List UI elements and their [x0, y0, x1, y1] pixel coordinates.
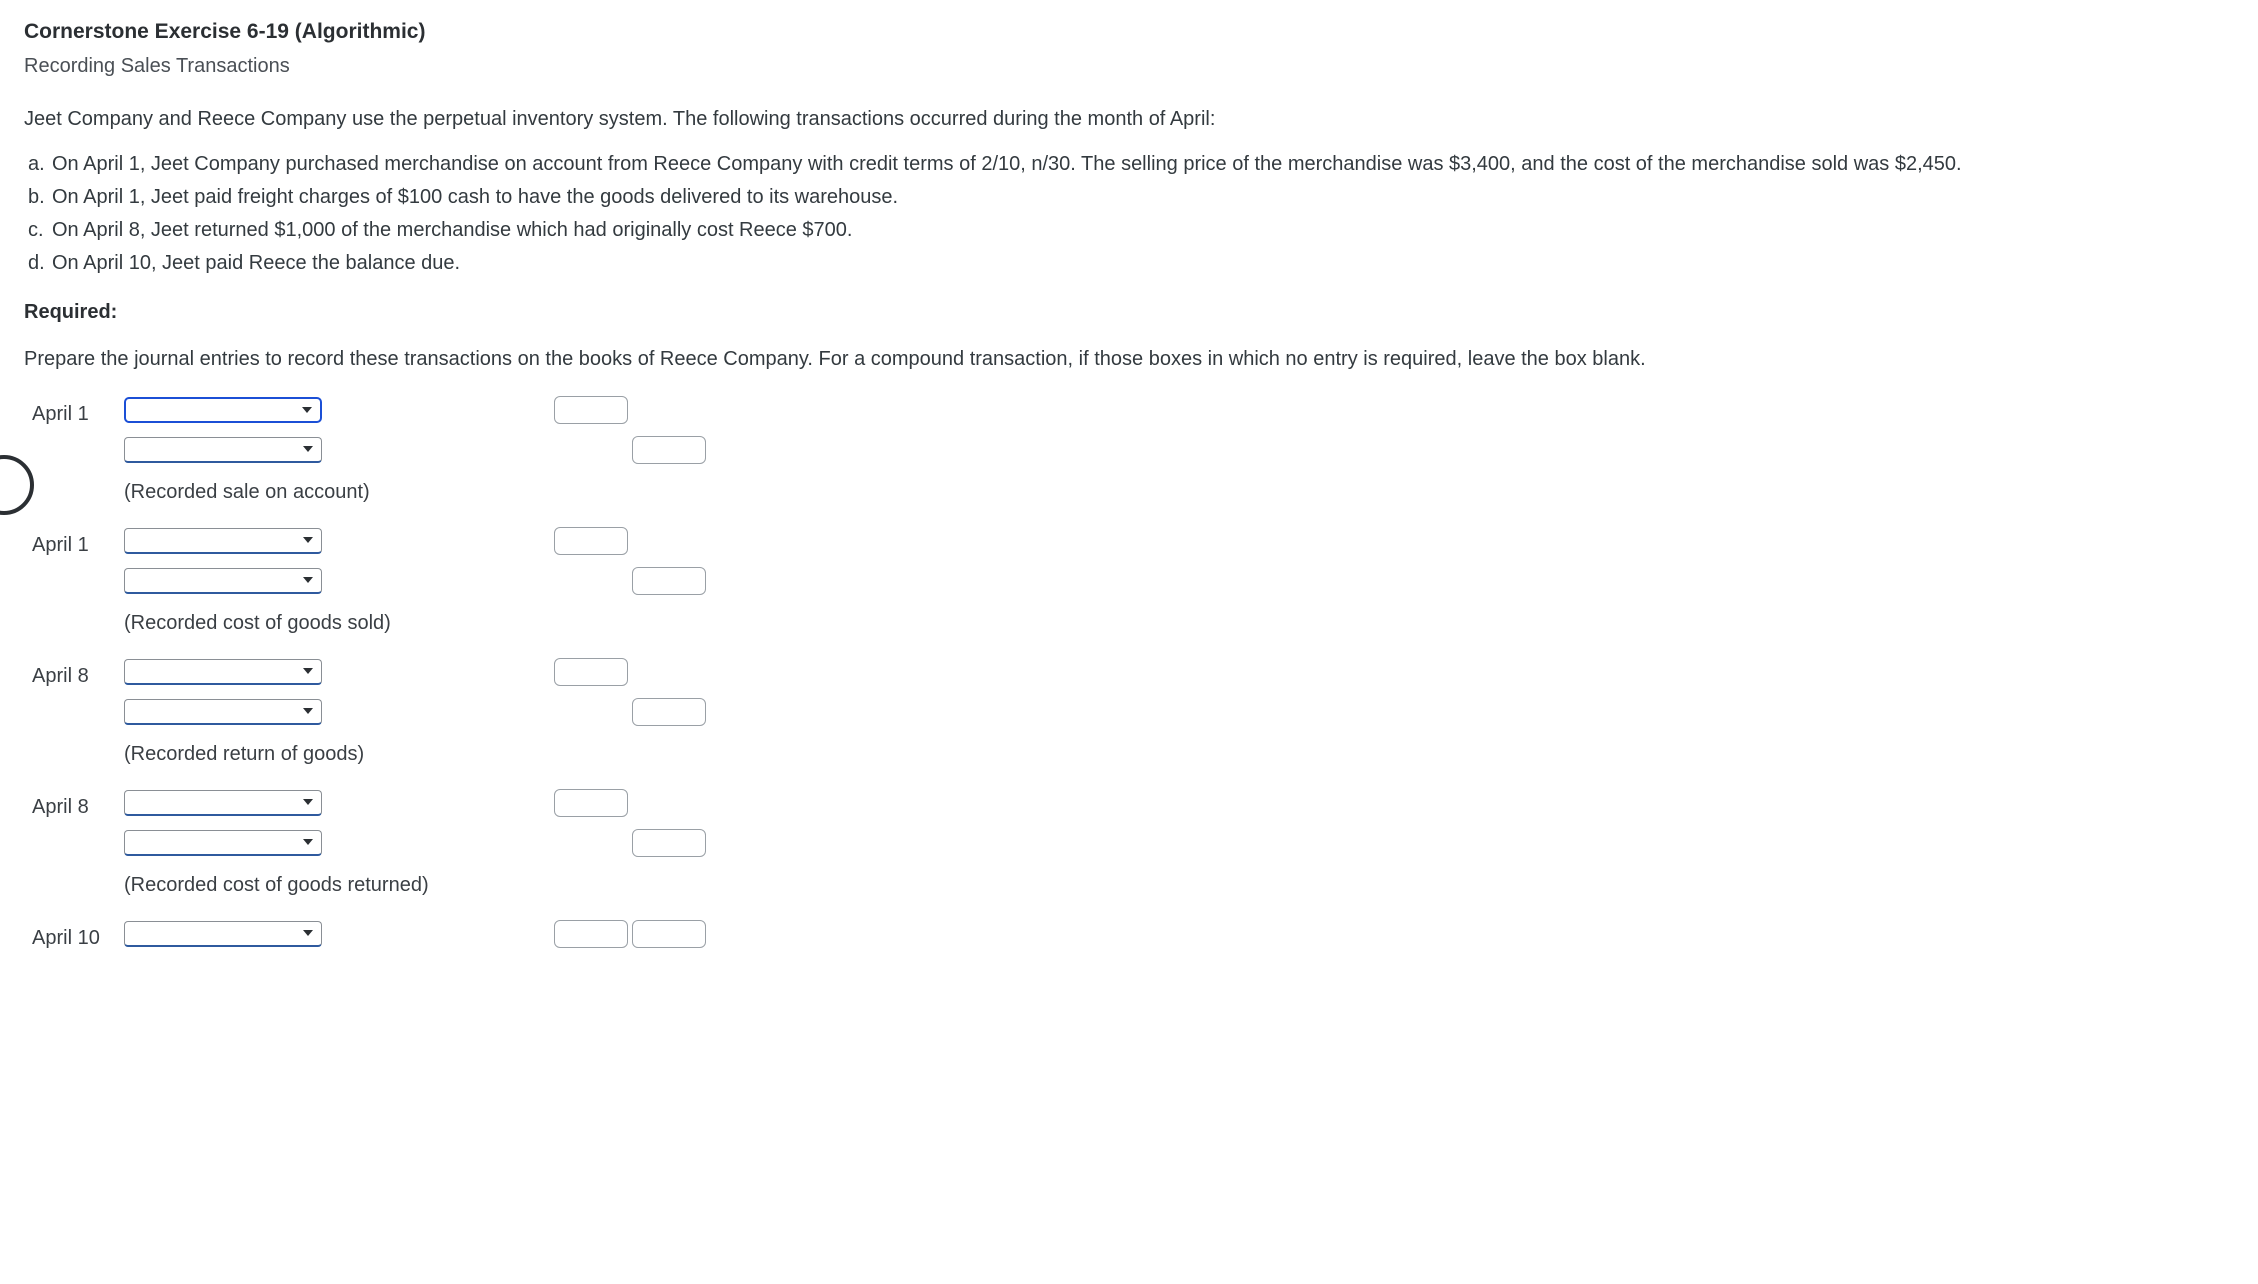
account-select-debit[interactable]: [124, 790, 322, 816]
transaction-item: d.On April 10, Jeet paid Reece the balan…: [28, 248, 2234, 279]
entry-date: April 1: [32, 530, 124, 561]
journal-row-debit: April 1: [32, 528, 2234, 564]
journal-row-debit: April 8: [32, 659, 2234, 695]
exercise-title: Cornerstone Exercise 6-19 (Algorithmic): [24, 16, 2234, 49]
amount-input-debit[interactable]: [554, 527, 628, 555]
amount-input-debit[interactable]: [554, 396, 628, 424]
journal-row-credit: [32, 437, 2234, 473]
entry-memo: (Recorded cost of goods sold): [124, 608, 2234, 639]
journal-entry: April 1 (Recorded cost of goods sold): [32, 528, 2234, 639]
entry-date: April 8: [32, 661, 124, 692]
journal-entry: April 8 (Recorded return of goods): [32, 659, 2234, 770]
chevron-down-icon: [302, 407, 312, 413]
account-select-debit[interactable]: [124, 528, 322, 554]
transaction-item-text: On April 1, Jeet Company purchased merch…: [52, 149, 2234, 180]
account-select-credit[interactable]: [124, 568, 322, 594]
journal-entries: April 1(Recorded sale on account)April 1…: [32, 397, 2234, 957]
transaction-item-text: On April 1, Jeet paid freight charges of…: [52, 182, 2234, 213]
amount-input-credit[interactable]: [632, 567, 706, 595]
entry-date: April 1: [32, 399, 124, 430]
transaction-item-label: c.: [28, 215, 52, 246]
transaction-item: c.On April 8, Jeet returned $1,000 of th…: [28, 215, 2234, 246]
account-select-credit[interactable]: [124, 830, 322, 856]
amount-input-credit[interactable]: [632, 436, 706, 464]
transaction-item: a.On April 1, Jeet Company purchased mer…: [28, 149, 2234, 180]
transaction-list: a.On April 1, Jeet Company purchased mer…: [28, 149, 2234, 279]
account-select-debit[interactable]: [124, 921, 322, 947]
required-heading: Required:: [24, 297, 2234, 328]
entry-memo: (Recorded sale on account): [124, 477, 2234, 508]
transaction-item-label: d.: [28, 248, 52, 279]
entry-memo: (Recorded cost of goods returned): [124, 870, 2234, 901]
journal-row-debit: April 10: [32, 921, 2234, 957]
account-select-credit[interactable]: [124, 699, 322, 725]
chevron-down-icon: [303, 446, 313, 452]
chevron-down-icon: [303, 839, 313, 845]
account-select-credit[interactable]: [124, 437, 322, 463]
journal-row-credit: [32, 830, 2234, 866]
journal-row-credit: [32, 699, 2234, 735]
journal-row-credit: [32, 568, 2234, 604]
entry-date: April 10: [32, 923, 124, 954]
journal-entry: April 8 (Recorded cost of goods returned): [32, 790, 2234, 901]
transaction-item-text: On April 10, Jeet paid Reece the balance…: [52, 248, 2234, 279]
chevron-down-icon: [303, 577, 313, 583]
journal-entry: April 10: [32, 921, 2234, 957]
journal-row-debit: April 1: [32, 397, 2234, 433]
account-select-debit[interactable]: [124, 397, 322, 423]
problem-intro: Jeet Company and Reece Company use the p…: [24, 104, 2234, 135]
journal-entry: April 1 (Recorded sale on account): [32, 397, 2234, 508]
page-edge-decoration: [0, 455, 34, 515]
transaction-item-text: On April 8, Jeet returned $1,000 of the …: [52, 215, 2234, 246]
entry-memo: (Recorded return of goods): [124, 739, 2234, 770]
transaction-item: b.On April 1, Jeet paid freight charges …: [28, 182, 2234, 213]
amount-input-debit[interactable]: [554, 658, 628, 686]
chevron-down-icon: [303, 537, 313, 543]
journal-row-debit: April 8: [32, 790, 2234, 826]
chevron-down-icon: [303, 708, 313, 714]
entry-date: April 8: [32, 792, 124, 823]
chevron-down-icon: [303, 668, 313, 674]
exercise-subtitle: Recording Sales Transactions: [24, 51, 2234, 82]
amount-input-debit[interactable]: [554, 920, 628, 948]
account-select-debit[interactable]: [124, 659, 322, 685]
transaction-item-label: b.: [28, 182, 52, 213]
amount-input-debit[interactable]: [554, 789, 628, 817]
transaction-item-label: a.: [28, 149, 52, 180]
amount-input-credit[interactable]: [632, 829, 706, 857]
amount-input-credit[interactable]: [632, 920, 706, 948]
chevron-down-icon: [303, 799, 313, 805]
instructions-text: Prepare the journal entries to record th…: [24, 344, 2234, 375]
amount-input-credit[interactable]: [632, 698, 706, 726]
chevron-down-icon: [303, 930, 313, 936]
